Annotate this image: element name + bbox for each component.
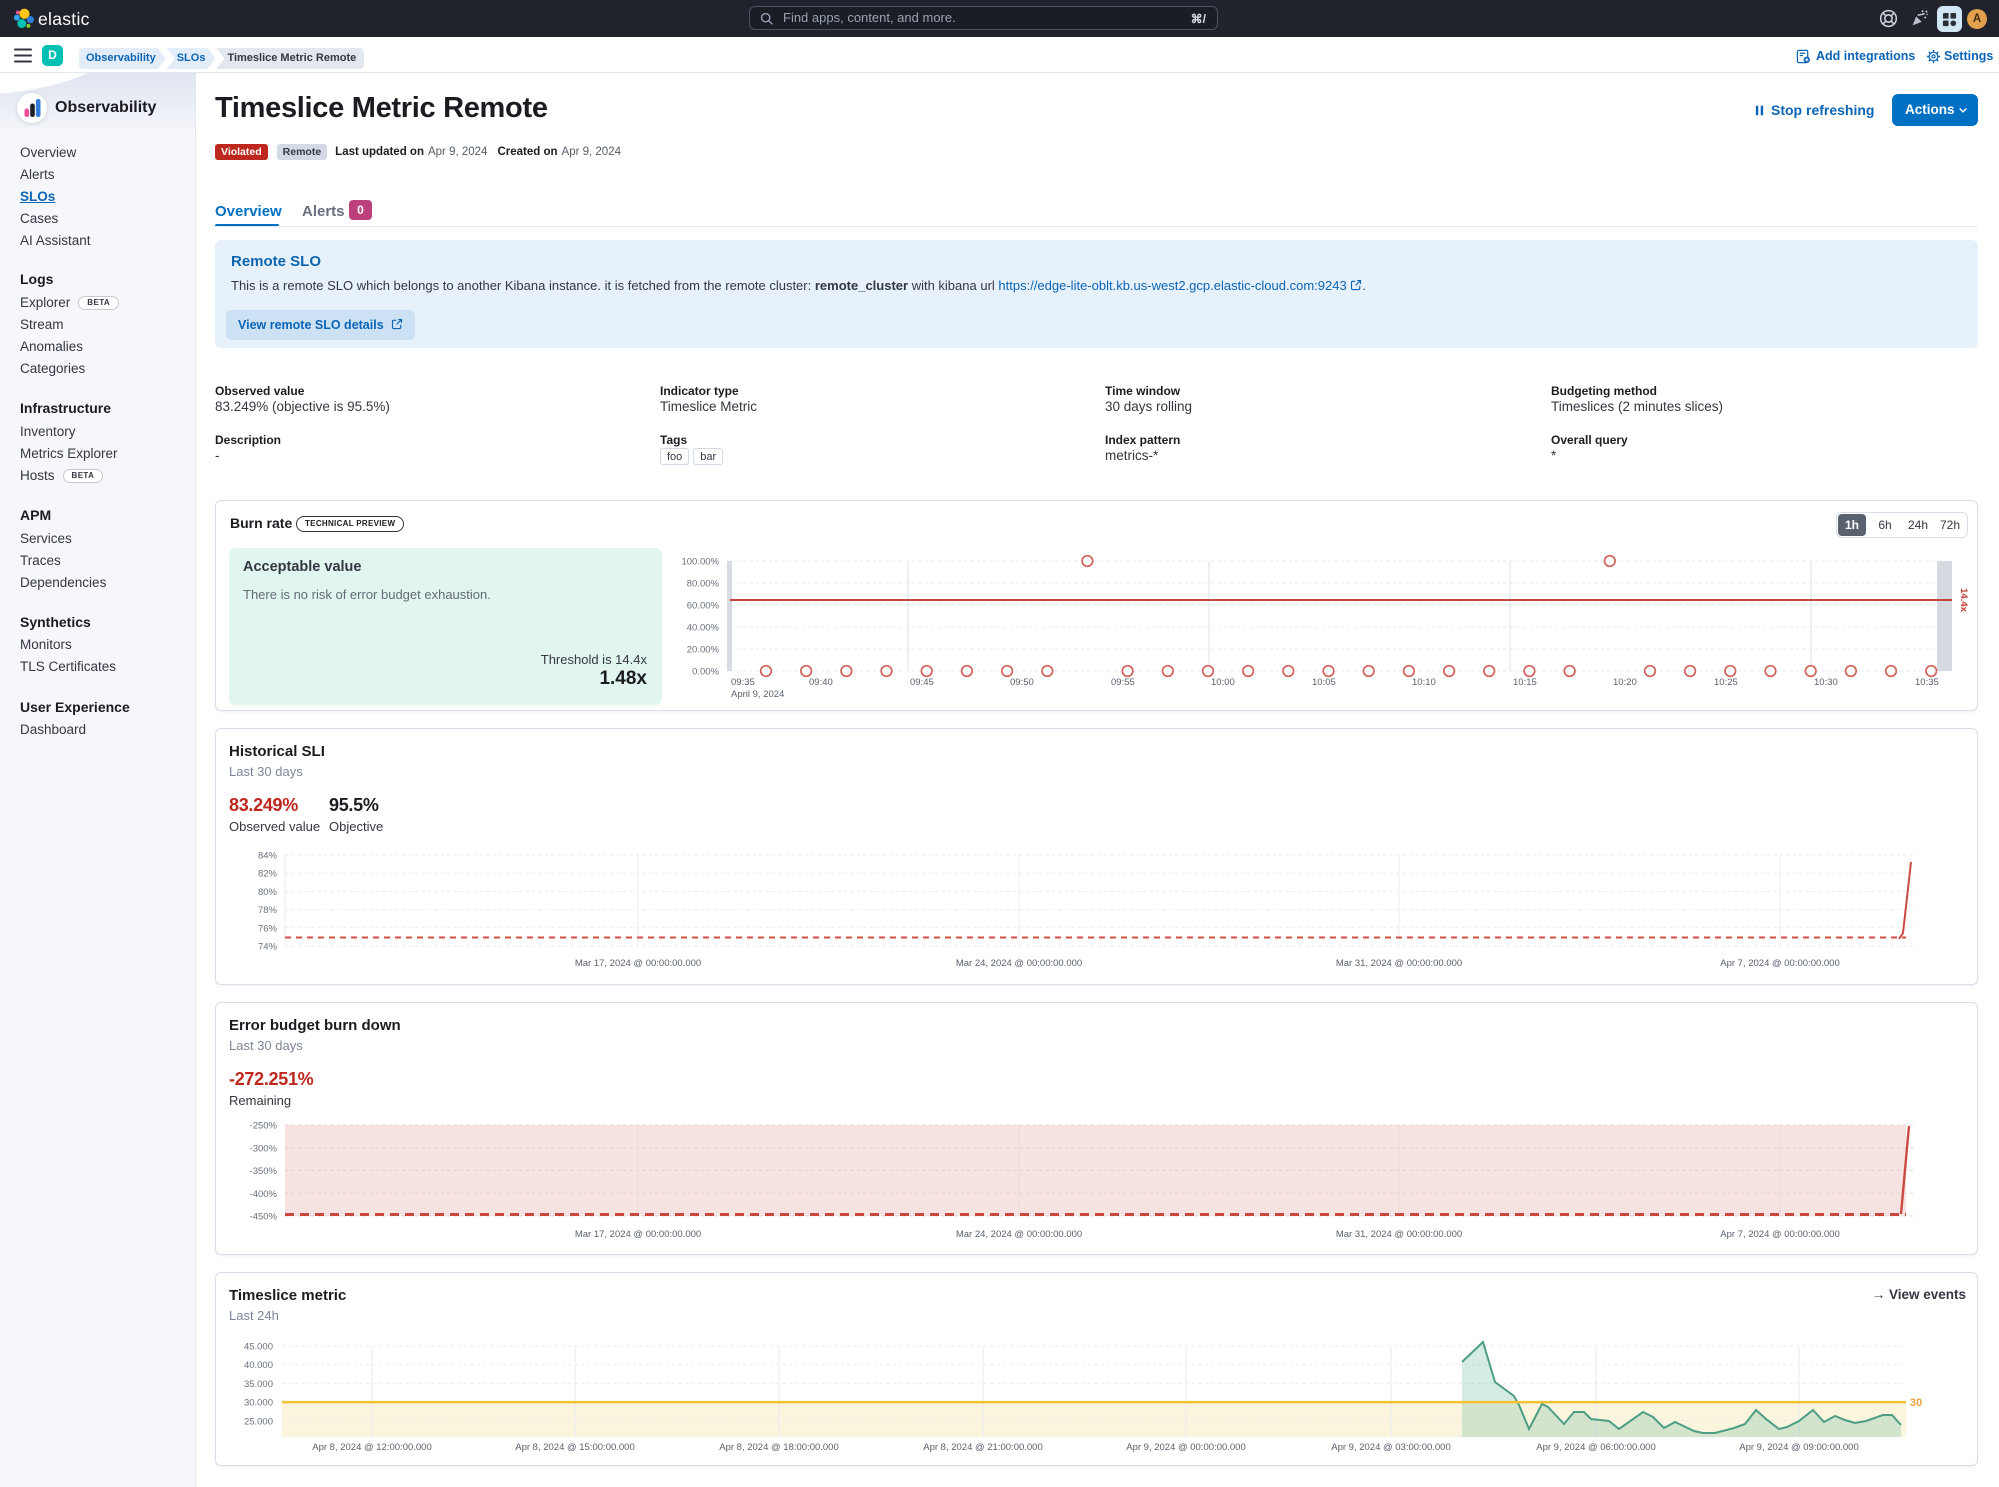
svg-text:40.000: 40.000 [244,1360,273,1371]
svg-text:82%: 82% [258,869,278,880]
svg-text:09:50: 09:50 [1010,677,1034,688]
svg-text:Apr 9, 2024 @ 09:00:00.000: Apr 9, 2024 @ 09:00:00.000 [1739,1442,1859,1453]
svg-text:09:40: 09:40 [809,677,833,688]
svg-text:78%: 78% [258,905,278,916]
svg-text:Mar 31, 2024 @ 00:00:00.000: Mar 31, 2024 @ 00:00:00.000 [1336,1229,1462,1240]
svg-text:Apr 7, 2024 @ 00:00:00.000: Apr 7, 2024 @ 00:00:00.000 [1720,1229,1840,1240]
svg-text:80.00%: 80.00% [687,579,720,590]
svg-text:10:00: 10:00 [1211,677,1235,688]
svg-text:100.00%: 100.00% [681,557,719,568]
svg-text:45.000: 45.000 [244,1342,273,1353]
svg-text:74%: 74% [258,942,278,953]
svg-text:Apr 9, 2024 @ 00:00:00.000: Apr 9, 2024 @ 00:00:00.000 [1126,1442,1246,1453]
svg-text:-400%: -400% [250,1189,278,1200]
svg-text:Apr 8, 2024 @ 21:00:00.000: Apr 8, 2024 @ 21:00:00.000 [923,1442,1043,1453]
svg-text:Apr 8, 2024 @ 18:00:00.000: Apr 8, 2024 @ 18:00:00.000 [719,1442,839,1453]
svg-text:20.00%: 20.00% [687,645,720,656]
svg-text:-250%: -250% [250,1121,278,1132]
svg-text:84%: 84% [258,851,278,862]
svg-text:Mar 24, 2024 @ 00:00:00.000: Mar 24, 2024 @ 00:00:00.000 [956,1229,1082,1240]
svg-text:30.000: 30.000 [244,1398,273,1409]
svg-text:30: 30 [1910,1397,1922,1409]
svg-text:Apr 9, 2024 @ 06:00:00.000: Apr 9, 2024 @ 06:00:00.000 [1536,1442,1656,1453]
svg-text:76%: 76% [258,923,278,934]
svg-text:Apr 8, 2024 @ 12:00:00.000: Apr 8, 2024 @ 12:00:00.000 [312,1442,432,1453]
svg-text:Mar 24, 2024 @ 00:00:00.000: Mar 24, 2024 @ 00:00:00.000 [956,958,1082,969]
svg-text:Mar 17, 2024 @ 00:00:00.000: Mar 17, 2024 @ 00:00:00.000 [575,958,701,969]
svg-text:Mar 17, 2024 @ 00:00:00.000: Mar 17, 2024 @ 00:00:00.000 [575,1229,701,1240]
svg-text:35.000: 35.000 [244,1379,273,1390]
svg-text:60.00%: 60.00% [687,601,720,612]
svg-text:Apr 9, 2024 @ 03:00:00.000: Apr 9, 2024 @ 03:00:00.000 [1331,1442,1451,1453]
svg-text:10:10: 10:10 [1412,677,1436,688]
svg-text:-300%: -300% [250,1143,278,1154]
svg-text:-350%: -350% [250,1166,278,1177]
svg-text:10:15: 10:15 [1513,677,1537,688]
svg-text:14.4x: 14.4x [1958,588,1969,612]
svg-text:Apr 8, 2024 @ 15:00:00.000: Apr 8, 2024 @ 15:00:00.000 [515,1442,635,1453]
svg-text:10:35: 10:35 [1915,677,1939,688]
svg-text:09:35: 09:35 [731,677,755,688]
svg-text:25.000: 25.000 [244,1416,273,1427]
svg-text:10:25: 10:25 [1714,677,1738,688]
svg-text:10:05: 10:05 [1312,677,1336,688]
svg-text:0.00%: 0.00% [692,667,719,678]
svg-text:10:20: 10:20 [1613,677,1637,688]
svg-text:Apr 7, 2024 @ 00:00:00.000: Apr 7, 2024 @ 00:00:00.000 [1720,958,1840,969]
svg-text:80%: 80% [258,887,278,898]
svg-text:40.00%: 40.00% [687,623,720,634]
svg-text:09:55: 09:55 [1111,677,1135,688]
svg-text:09:45: 09:45 [910,677,934,688]
svg-text:10:30: 10:30 [1814,677,1838,688]
svg-text:Mar 31, 2024 @ 00:00:00.000: Mar 31, 2024 @ 00:00:00.000 [1336,958,1462,969]
svg-text:-450%: -450% [250,1212,278,1223]
svg-text:April 9, 2024: April 9, 2024 [731,689,784,700]
